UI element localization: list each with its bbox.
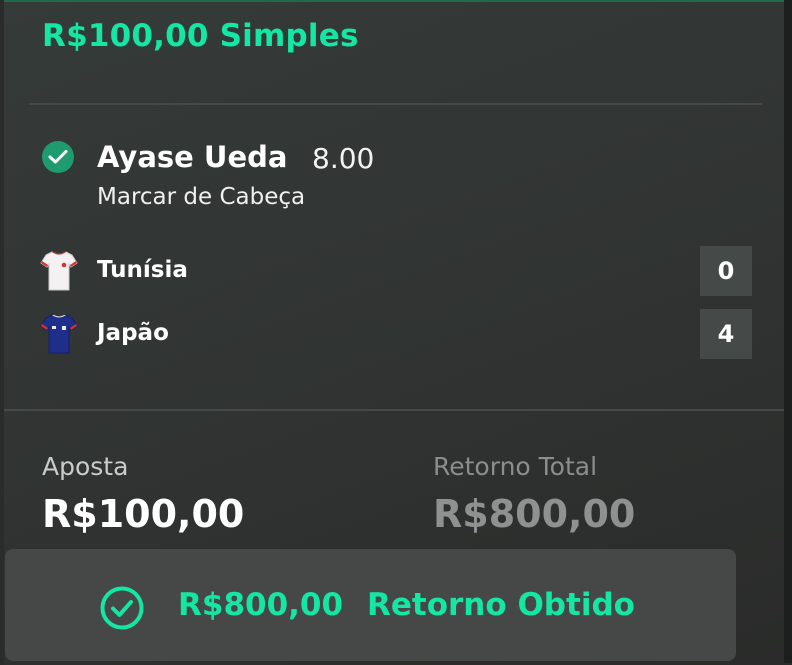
divider xyxy=(29,103,762,105)
japan-shirt-icon xyxy=(40,314,78,354)
score-box: 4 xyxy=(700,309,752,359)
odds-value: 8.00 xyxy=(312,142,375,175)
team-name: Tunísia xyxy=(97,257,188,283)
divider xyxy=(4,409,784,411)
bet-title: R$100,00 Simples xyxy=(42,18,359,54)
total-return-value: R$800,00 xyxy=(433,492,636,536)
obtained-label: Retorno Obtido xyxy=(367,587,635,623)
market-name: Marcar de Cabeça xyxy=(97,184,306,210)
stake-label: Aposta xyxy=(42,452,129,481)
bet-card: R$100,00 Simples Ayase Ueda 8.00 Marcar … xyxy=(4,0,784,665)
edge xyxy=(784,0,792,663)
score-box: 0 xyxy=(700,246,752,296)
player-name: Ayase Ueda xyxy=(97,140,288,174)
stake-value: R$100,00 xyxy=(42,492,245,536)
team-name: Japão xyxy=(97,320,169,346)
check-circle-icon xyxy=(42,141,74,173)
obtained-amount: R$800,00 xyxy=(178,587,344,623)
team-row-japan: Japão 4 xyxy=(40,309,752,361)
return-obtained-banner: R$800,00 Retorno Obtido xyxy=(5,549,736,661)
team-row-tunisia: Tunísia 0 xyxy=(40,246,752,298)
check-circle-outline-icon xyxy=(100,586,144,630)
total-return-label: Retorno Total xyxy=(433,452,598,481)
tunisia-shirt-icon xyxy=(40,251,78,291)
